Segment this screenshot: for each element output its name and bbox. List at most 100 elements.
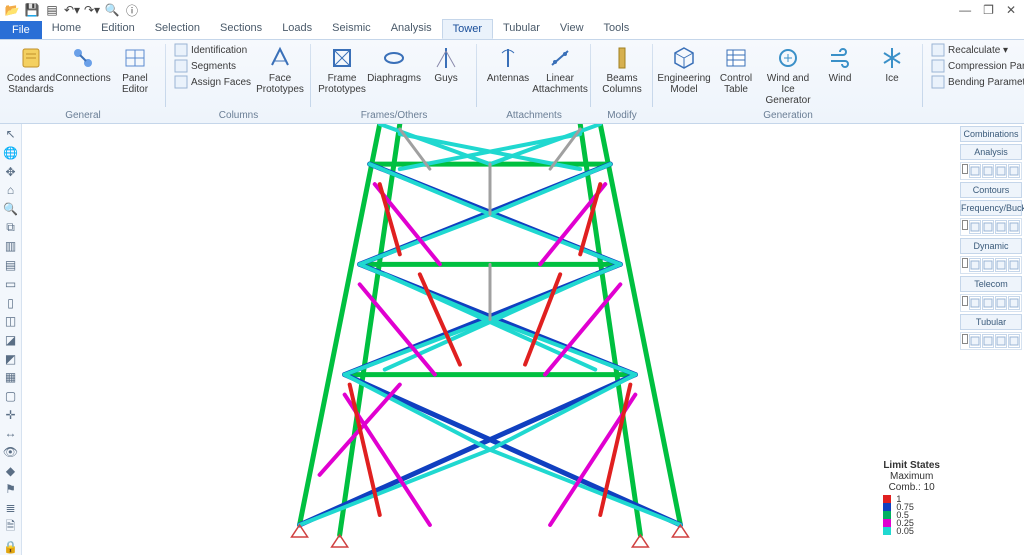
help-icon[interactable]: ⓘ: [124, 2, 140, 18]
frame-prototypes-button[interactable]: FramePrototypes: [317, 42, 367, 97]
panel-analysis[interactable]: Analysis: [960, 144, 1022, 160]
panel-mode-button[interactable]: [969, 334, 981, 348]
panel-mode-button[interactable]: [969, 164, 981, 178]
ice-button[interactable]: Ice: [867, 42, 917, 86]
redo-icon[interactable]: ↷▾: [84, 2, 100, 18]
zoom-tool[interactable]: 🔍: [2, 201, 20, 218]
panel-mode-button[interactable]: [982, 164, 994, 178]
assign-faces-button[interactable]: Assign Faces: [172, 74, 253, 90]
panel-tubular[interactable]: Tubular: [960, 314, 1022, 330]
file-tab[interactable]: File: [0, 21, 42, 39]
preview-icon[interactable]: ▤: [44, 2, 60, 18]
page-tool[interactable]: 🗎: [2, 518, 20, 536]
tab-home[interactable]: Home: [42, 19, 91, 39]
panel-checkbox[interactable]: [962, 220, 968, 230]
tab-analysis[interactable]: Analysis: [381, 19, 442, 39]
beams-columns-button[interactable]: BeamsColumns: [597, 42, 647, 97]
box2-tool[interactable]: ▯: [2, 294, 20, 311]
tab-edition[interactable]: Edition: [91, 19, 145, 39]
wind-ice-generator-button[interactable]: Wind and IceGenerator: [763, 42, 813, 108]
panel-mode-button[interactable]: [1008, 258, 1020, 272]
panel-mode-button[interactable]: [982, 258, 994, 272]
panel-mode-button[interactable]: [1008, 220, 1020, 234]
box4-tool[interactable]: ◪: [2, 332, 20, 349]
close-button[interactable]: ✕: [1006, 3, 1016, 17]
box3-tool[interactable]: ◫: [2, 313, 20, 330]
panel-mode-button[interactable]: [1008, 164, 1020, 178]
open-icon[interactable]: 📂: [4, 2, 20, 18]
control-table-button[interactable]: ControlTable: [711, 42, 761, 97]
clipnear-tool[interactable]: ▥: [2, 238, 20, 255]
model-viewport[interactable]: .g{stroke:#00c040;stroke-width:5;} .b{st…: [22, 124, 958, 555]
panel-telecom[interactable]: Telecom: [960, 276, 1022, 292]
panel-mode-button[interactable]: [1008, 334, 1020, 348]
maximize-button[interactable]: ❐: [983, 3, 994, 17]
linear-attachments-button[interactable]: LinearAttachments: [535, 42, 585, 97]
panel-editor-button[interactable]: PanelEditor: [110, 42, 160, 97]
find-icon[interactable]: 🔍: [104, 2, 120, 18]
panel-mode-button[interactable]: [995, 164, 1007, 178]
segments-button[interactable]: Segments: [172, 58, 253, 74]
panel-mode-button[interactable]: [995, 220, 1007, 234]
tab-selection[interactable]: Selection: [145, 19, 210, 39]
tab-tower[interactable]: Tower: [442, 19, 493, 39]
face-prototypes-button[interactable]: FacePrototypes: [255, 42, 305, 97]
tab-tools[interactable]: Tools: [594, 19, 640, 39]
panel-mode-button[interactable]: [995, 296, 1007, 310]
tab-tubular[interactable]: Tubular: [493, 19, 550, 39]
tab-seismic[interactable]: Seismic: [322, 19, 381, 39]
panel-frequency-buck-[interactable]: Frequency/Buck.: [960, 200, 1022, 216]
globe-tool[interactable]: 🌐: [2, 145, 20, 162]
box1-tool[interactable]: ▭: [2, 276, 20, 293]
panel-row: [960, 162, 1022, 180]
panel-checkbox[interactable]: [962, 334, 968, 344]
undo-icon[interactable]: ↶▾: [64, 2, 80, 18]
tab-sections[interactable]: Sections: [210, 19, 272, 39]
identification-button[interactable]: Identification: [172, 42, 253, 58]
panel-mode-button[interactable]: [995, 258, 1007, 272]
panel-mode-button[interactable]: [982, 296, 994, 310]
deselect-tool[interactable]: ▢: [2, 388, 20, 405]
lock-tool[interactable]: 🔒: [2, 538, 20, 555]
guys-button[interactable]: Guys: [421, 42, 471, 86]
panel-mode-button[interactable]: [995, 334, 1007, 348]
panel-checkbox[interactable]: [962, 258, 968, 268]
selall-tool[interactable]: ▦: [2, 369, 20, 386]
zoomwin-tool[interactable]: ⧉: [2, 219, 20, 236]
panel-mode-button[interactable]: [1008, 296, 1020, 310]
drag-tool[interactable]: ↔: [2, 425, 20, 442]
save-icon[interactable]: 💾: [24, 2, 40, 18]
crosshair-tool[interactable]: ✛: [2, 406, 20, 423]
antennas-button[interactable]: Antennas: [483, 42, 533, 86]
panel-mode-button[interactable]: [982, 334, 994, 348]
marker-tool[interactable]: ◆: [2, 462, 20, 479]
codes-button[interactable]: Codes andStandards: [6, 42, 56, 97]
eye-tool[interactable]: 👁: [2, 444, 20, 461]
panel-mode-button[interactable]: [969, 296, 981, 310]
pointer-tool[interactable]: ↖: [2, 126, 20, 143]
panel-mode-button[interactable]: [982, 220, 994, 234]
engineering-model-button[interactable]: EngineeringModel: [659, 42, 709, 97]
panel-mode-button[interactable]: [969, 220, 981, 234]
minimize-button[interactable]: —: [959, 3, 971, 17]
bending-button[interactable]: Bending Parameters: [929, 74, 1024, 90]
wind-button[interactable]: Wind: [815, 42, 865, 86]
panel-checkbox[interactable]: [962, 164, 968, 174]
box5-tool[interactable]: ◩: [2, 350, 20, 367]
diaphragms-button[interactable]: Diaphragms: [369, 42, 419, 86]
panel-checkbox[interactable]: [962, 296, 968, 306]
tab-view[interactable]: View: [550, 19, 594, 39]
move-tool[interactable]: ✥: [2, 163, 20, 180]
layer-tool[interactable]: ≣: [2, 500, 20, 517]
panel-dynamic[interactable]: Dynamic: [960, 238, 1022, 254]
panel-contours[interactable]: Contours: [960, 182, 1022, 198]
flag-tool[interactable]: ⚑: [2, 481, 20, 498]
recalculate-button[interactable]: Recalculate ▾: [929, 42, 1024, 58]
compression-button[interactable]: Compression Parameters: [929, 58, 1024, 74]
panel-mode-button[interactable]: [969, 258, 981, 272]
clipfar-tool[interactable]: ▤: [2, 257, 20, 274]
connections-button[interactable]: Connections: [58, 42, 108, 86]
home-tool[interactable]: ⌂: [2, 182, 20, 199]
tab-loads[interactable]: Loads: [272, 19, 322, 39]
panel-combinations[interactable]: Combinations: [960, 126, 1022, 142]
